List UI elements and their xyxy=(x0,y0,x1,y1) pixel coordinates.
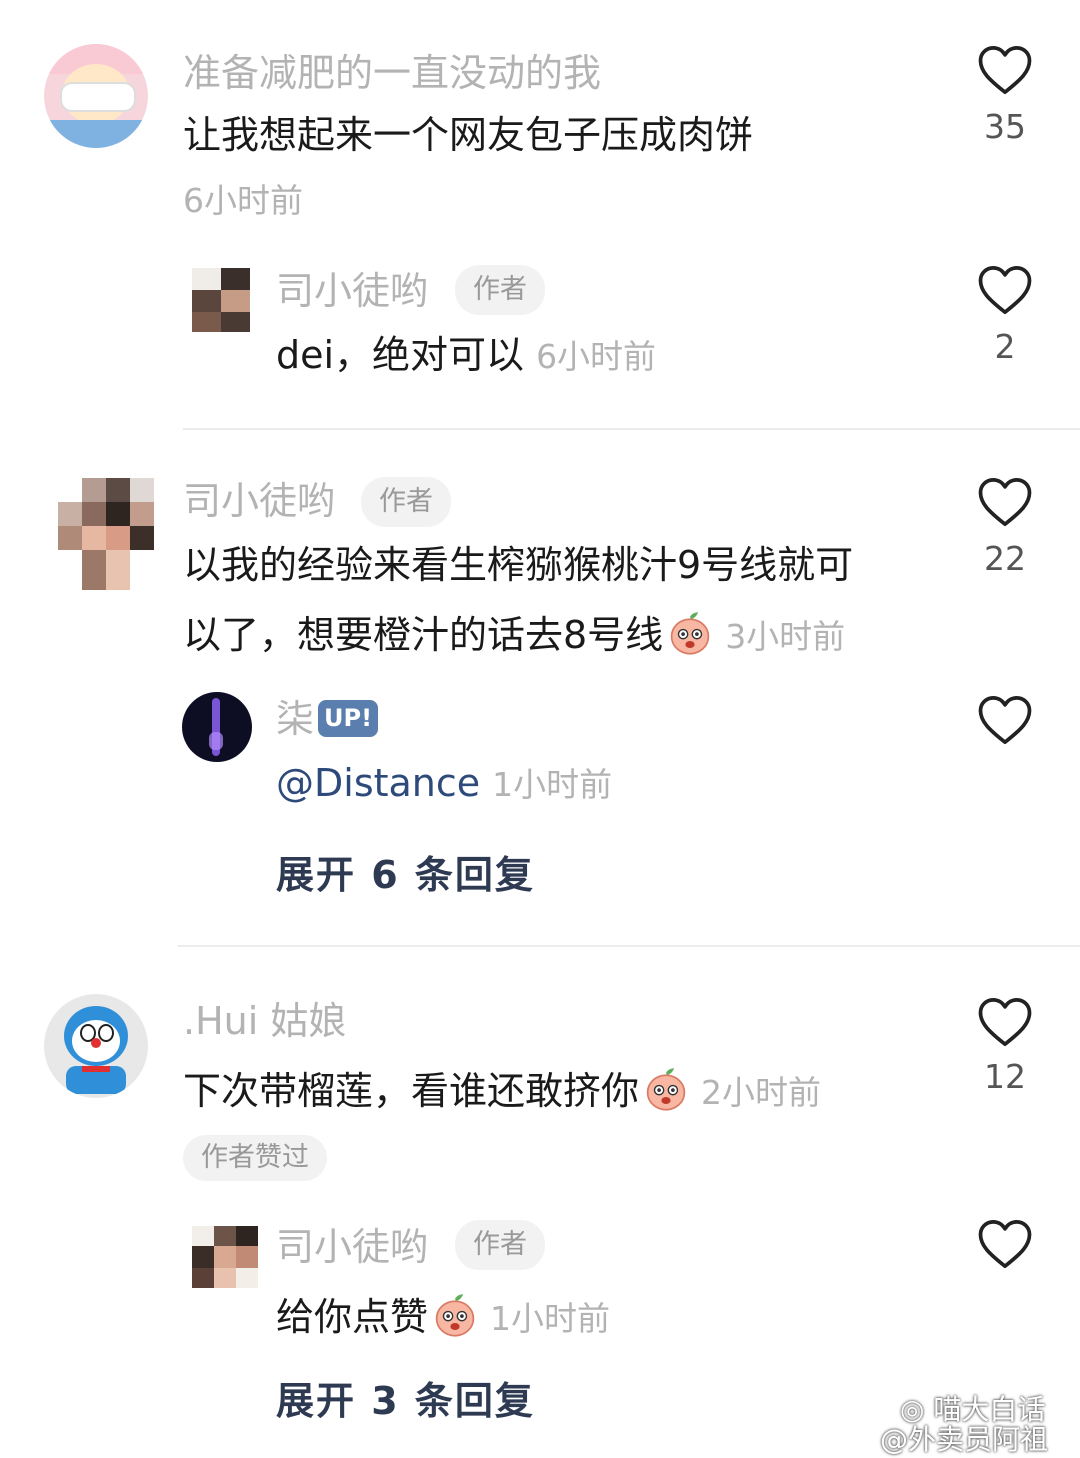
heart-outline-icon xyxy=(978,477,1032,527)
reply-username[interactable]: 司小徒哟 xyxy=(276,272,428,310)
author-liked-badge: 作者赞过 xyxy=(183,1135,327,1181)
reply-avatar[interactable] xyxy=(192,1226,258,1288)
reply-username[interactable]: 柒 UP! xyxy=(276,700,379,738)
comment-time: 3小时前 xyxy=(725,617,846,656)
like-count: 22 xyxy=(984,539,1026,578)
reply-avatar[interactable] xyxy=(192,268,250,332)
comment-text-line-1: 以我的经验来看生榨猕猴桃汁9号线就可 xyxy=(183,543,854,587)
heart-outline-icon xyxy=(978,1219,1032,1269)
avatar[interactable] xyxy=(44,994,148,1098)
reply-time: 1小时前 xyxy=(490,1299,611,1338)
heart-outline-icon xyxy=(978,265,1032,315)
comment-text-line-2: 以了，想要橙汁的话去8号线 3小时前 xyxy=(183,610,845,656)
author-badge: 作者 xyxy=(455,1220,545,1270)
like-count: 35 xyxy=(984,107,1026,146)
up-badge: UP! xyxy=(318,700,379,737)
comment-username[interactable]: .Hui 姑娘 xyxy=(183,1002,346,1040)
comment-text: 下次带榴莲，看谁还敢挤你 2小时前 xyxy=(183,1066,821,1112)
comment-username[interactable]: 准备减肥的一直没动的我 xyxy=(183,54,601,92)
like-count: 12 xyxy=(984,1057,1026,1096)
avatar[interactable] xyxy=(58,478,154,590)
reply-text: dei，绝对可以 6小时前 xyxy=(276,333,657,377)
comment-username[interactable]: 司小徒哟 xyxy=(183,482,335,520)
comment-text: 让我想起来一个网友包子压成肉饼 xyxy=(183,113,754,157)
comment-time: 6小时前 xyxy=(183,181,303,220)
like-count: 2 xyxy=(994,327,1016,366)
author-badge: 作者 xyxy=(361,477,451,527)
peach-emoji-icon xyxy=(670,612,710,655)
divider xyxy=(178,945,1080,947)
avatar[interactable] xyxy=(44,44,148,148)
like-button[interactable] xyxy=(977,44,1033,96)
comment-time: 2小时前 xyxy=(701,1073,822,1112)
heart-outline-icon xyxy=(978,695,1032,745)
expand-replies-button[interactable]: 展开 6 条回复 xyxy=(276,856,535,894)
expand-replies-button[interactable]: 展开 3 条回复 xyxy=(276,1382,535,1420)
like-button[interactable] xyxy=(977,1218,1033,1270)
like-button[interactable] xyxy=(977,996,1033,1048)
peach-emoji-icon xyxy=(646,1068,686,1111)
reply-avatar[interactable] xyxy=(182,692,252,762)
peach-emoji-icon xyxy=(435,1294,475,1337)
reply-time: 1小时前 xyxy=(492,765,613,804)
author-badge: 作者 xyxy=(455,265,545,315)
like-button[interactable] xyxy=(977,476,1033,528)
reply-time: 6小时前 xyxy=(536,337,657,376)
watermark-line-2: @外卖员阿祖 xyxy=(880,1423,1049,1456)
divider xyxy=(183,428,1080,430)
like-button[interactable] xyxy=(977,694,1033,746)
heart-outline-icon xyxy=(978,997,1032,1047)
heart-outline-icon xyxy=(978,45,1032,95)
like-button[interactable] xyxy=(977,264,1033,316)
reply-username[interactable]: 司小徒哟 xyxy=(276,1228,428,1266)
reply-text: @Distance 1小时前 xyxy=(276,761,613,805)
reply-text: 给你点赞 1小时前 xyxy=(276,1292,610,1338)
